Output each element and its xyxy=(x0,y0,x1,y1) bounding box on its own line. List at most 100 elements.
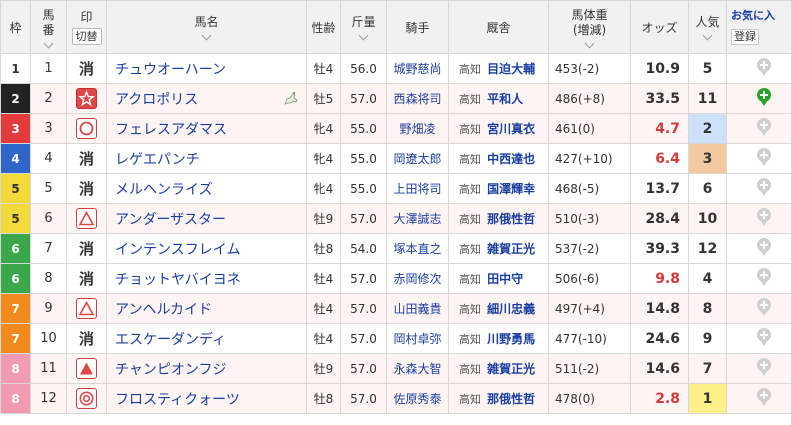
jockey-link[interactable]: 西森将司 xyxy=(393,92,441,106)
jockey-cell[interactable]: 永森大智 xyxy=(386,353,449,384)
horse-name-link[interactable]: フロスティクォーツ xyxy=(115,392,240,408)
horse-name-link[interactable]: エスケーダンディ xyxy=(115,332,226,348)
favorite-pin-icon[interactable] xyxy=(756,357,772,381)
trainer-link[interactable]: 川野勇馬 xyxy=(487,332,535,346)
fav-cell[interactable] xyxy=(726,383,791,414)
jockey-link[interactable]: 塚本直之 xyxy=(393,242,441,256)
trainer-link[interactable]: 田中守 xyxy=(487,272,523,286)
mark-cell[interactable] xyxy=(66,203,107,234)
jockey-link[interactable]: 岡遼太郎 xyxy=(393,152,441,166)
horse-name-link[interactable]: アクロポリス xyxy=(115,92,198,108)
favorite-pin-icon[interactable] xyxy=(756,267,772,291)
horse-name-link[interactable]: アンダーザスター xyxy=(115,212,226,228)
mark-cell[interactable] xyxy=(66,83,107,114)
mark-cell[interactable]: 消 xyxy=(66,263,107,294)
trainer-link[interactable]: 細川忠義 xyxy=(487,302,535,316)
horse-name-cell[interactable]: チュウオーハーン xyxy=(106,53,307,84)
horse-name-cell[interactable]: アンヘルカイド xyxy=(106,293,307,324)
horse-name-cell[interactable]: チョットヤバイヨネ xyxy=(106,263,307,294)
jockey-link[interactable]: 大澤誠志 xyxy=(393,212,441,226)
horse-name-cell[interactable]: アンダーザスター xyxy=(106,203,307,234)
fav-cell[interactable] xyxy=(726,173,791,204)
horse-name-cell[interactable]: エスケーダンディ xyxy=(106,323,307,354)
trainer-link[interactable]: 雑賀正光 xyxy=(487,242,535,256)
mark-cell[interactable]: 消 xyxy=(66,53,107,84)
jockey-cell[interactable]: 山田義貴 xyxy=(386,293,449,324)
jockey-cell[interactable]: 城野慈尚 xyxy=(386,53,449,84)
jockey-cell[interactable]: 赤岡修次 xyxy=(386,263,449,294)
horse-name-link[interactable]: チョットヤバイヨネ xyxy=(115,272,241,288)
fav-cell[interactable] xyxy=(726,263,791,294)
jockey-link[interactable]: 岡村卓弥 xyxy=(393,332,441,346)
mark-cell[interactable]: 消 xyxy=(66,143,107,174)
horse-name-link[interactable]: レゲエパンチ xyxy=(115,152,200,168)
bodyweight-header[interactable]: 馬体重 (増減) xyxy=(548,0,631,54)
name-header[interactable]: 馬名 xyxy=(106,0,307,54)
mark-cell[interactable] xyxy=(66,293,107,324)
favorite-pin-icon[interactable] xyxy=(756,117,772,141)
trainer-link[interactable]: 中西達也 xyxy=(487,152,535,166)
jockey-cell[interactable]: 塚本直之 xyxy=(386,233,449,264)
horse-name-cell[interactable]: フェレスアダマス xyxy=(106,113,307,144)
fav-cell[interactable] xyxy=(726,113,791,144)
umaban-header[interactable]: 馬番 xyxy=(30,0,67,54)
favorite-pin-icon[interactable] xyxy=(756,297,772,321)
favorite-pin-icon[interactable] xyxy=(756,57,772,81)
trainer-link[interactable]: 平和人 xyxy=(487,92,523,106)
jockey-cell[interactable]: 西森将司 xyxy=(386,83,449,114)
mark-cell[interactable]: 消 xyxy=(66,173,107,204)
jockey-link[interactable]: 野畑凌 xyxy=(399,122,435,136)
favorite-pin-icon[interactable] xyxy=(756,147,772,171)
mark-cell[interactable] xyxy=(66,353,107,384)
jockey-link[interactable]: 永森大智 xyxy=(393,362,441,376)
jockey-cell[interactable]: 上田将司 xyxy=(386,173,449,204)
trainer-link[interactable]: 雑賀正光 xyxy=(487,362,535,376)
kinryo-header[interactable]: 斤量 xyxy=(340,0,387,54)
mark-cell[interactable] xyxy=(66,113,107,144)
favorite-pin-active-icon[interactable] xyxy=(756,87,772,111)
fav-cell[interactable] xyxy=(726,83,791,114)
horse-name-link[interactable]: メルヘンライズ xyxy=(115,182,213,198)
horse-name-link[interactable]: チュウオーハーン xyxy=(115,62,226,78)
fav-cell[interactable] xyxy=(726,323,791,354)
trainer-link[interactable]: 国澤輝幸 xyxy=(487,182,535,196)
fav-cell[interactable] xyxy=(726,293,791,324)
fav-cell[interactable] xyxy=(726,203,791,234)
fav-cell[interactable] xyxy=(726,143,791,174)
favorite-pin-icon[interactable] xyxy=(756,387,772,411)
jockey-cell[interactable]: 岡遼太郎 xyxy=(386,143,449,174)
jockey-link[interactable]: 赤岡修次 xyxy=(393,272,441,286)
trainer-link[interactable]: 那俄性哲 xyxy=(487,392,535,406)
mark-cell[interactable]: 消 xyxy=(66,233,107,264)
favorite-pin-icon[interactable] xyxy=(756,237,772,261)
jockey-cell[interactable]: 岡村卓弥 xyxy=(386,323,449,354)
fav-cell[interactable] xyxy=(726,233,791,264)
jockey-link[interactable]: 佐原秀泰 xyxy=(393,392,441,406)
jockey-cell[interactable]: 大澤誠志 xyxy=(386,203,449,234)
trainer-link[interactable]: 宮川真衣 xyxy=(487,122,535,136)
horse-name-cell[interactable]: メルヘンライズ xyxy=(106,173,307,204)
mark-cell[interactable]: 消 xyxy=(66,323,107,354)
jockey-link[interactable]: 上田将司 xyxy=(393,182,441,196)
jockey-link[interactable]: 城野慈尚 xyxy=(393,62,441,76)
trainer-link[interactable]: 那俄性哲 xyxy=(487,212,535,226)
horse-name-link[interactable]: チャンピオンフジ xyxy=(115,362,226,378)
horse-name-link[interactable]: フェレスアダマス xyxy=(115,122,227,138)
jockey-link[interactable]: 山田義貴 xyxy=(393,302,441,316)
horse-name-cell[interactable]: チャンピオンフジ xyxy=(106,353,307,384)
trainer-link[interactable]: 目迫大輔 xyxy=(487,62,535,76)
favorite-pin-icon[interactable] xyxy=(756,207,772,231)
horse-name-link[interactable]: インテンスフレイム xyxy=(115,242,240,258)
horse-name-cell[interactable]: レゲエパンチ xyxy=(106,143,307,174)
favorite-pin-icon[interactable] xyxy=(756,327,772,351)
jockey-cell[interactable]: 佐原秀泰 xyxy=(386,383,449,414)
horse-name-cell[interactable]: アクロポリス xyxy=(106,83,307,114)
jockey-cell[interactable]: 野畑凌 xyxy=(386,113,449,144)
horse-name-link[interactable]: アンヘルカイド xyxy=(115,302,212,318)
horse-name-cell[interactable]: フロスティクォーツ xyxy=(106,383,307,414)
mark-cell[interactable] xyxy=(66,383,107,414)
horse-name-cell[interactable]: インテンスフレイム xyxy=(106,233,307,264)
favorite-pin-icon[interactable] xyxy=(756,177,772,201)
fav-cell[interactable] xyxy=(726,53,791,84)
fav-cell[interactable] xyxy=(726,353,791,384)
